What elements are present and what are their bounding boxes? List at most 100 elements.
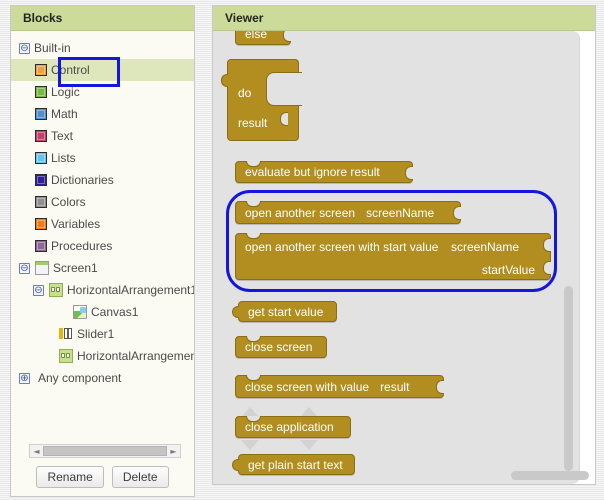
- category-label: Variables: [51, 217, 101, 231]
- category-color-swatch-colors: [35, 196, 47, 208]
- block-arg-label-screenname: screenName: [451, 240, 520, 254]
- collapse-toggle-icon[interactable]: ⊖: [19, 42, 30, 54]
- blocks-tree: ⊖ Built-in Control Logic Math Text Lists…: [11, 31, 194, 389]
- block-socket: [436, 380, 444, 394]
- do-result-block[interactable]: do result: [221, 59, 302, 141]
- block-arg-label-startvalue: startValue: [481, 263, 535, 277]
- tree-node-label: Built-in: [34, 41, 71, 55]
- category-dictionaries[interactable]: Dictionaries: [11, 169, 194, 191]
- category-color-swatch-variables: [35, 218, 47, 230]
- viewer-horizontal-scrollbar[interactable]: [511, 471, 589, 480]
- scroll-right-arrow-icon[interactable]: ►: [167, 445, 180, 457]
- block-label: close screen: [245, 340, 313, 354]
- blocks-panel: Blocks ⊖ Built-in Control Logic Math Tex…: [10, 5, 195, 497]
- block-socket: [280, 112, 288, 126]
- delete-button[interactable]: Delete: [111, 466, 169, 488]
- blocks-tree-container[interactable]: ⊖ Built-in Control Logic Math Text Lists…: [11, 31, 194, 496]
- block-label: evaluate but ignore result: [245, 165, 380, 179]
- block-left-plug: [221, 74, 228, 87]
- tree-node-label: Any component: [38, 371, 122, 385]
- block-c-slot: [266, 72, 302, 106]
- tree-node-built-in[interactable]: ⊖ Built-in: [11, 37, 194, 59]
- rename-button[interactable]: Rename: [36, 466, 104, 488]
- expand-toggle-icon[interactable]: ⊕: [19, 372, 30, 384]
- category-label: Dictionaries: [51, 173, 114, 187]
- tree-node-label: Slider1: [77, 327, 115, 341]
- block-label: get start value: [248, 304, 324, 319]
- blocks-tree-horizontal-scrollbar[interactable]: ◄ ►: [29, 444, 181, 458]
- category-label: Text: [51, 129, 74, 143]
- drop-indicator-down-icon-right: [300, 440, 318, 450]
- close-screen-with-value-block[interactable]: close screen with value result: [235, 375, 444, 398]
- tree-node-label: Screen1: [53, 261, 98, 275]
- scrollbar-thumb[interactable]: [43, 446, 167, 456]
- close-screen-block[interactable]: close screen: [235, 336, 327, 358]
- horizontal-arrangement-icon: [49, 283, 63, 297]
- block-label: else: [245, 31, 268, 41]
- tree-node-slider1[interactable]: Slider1: [11, 323, 194, 345]
- tree-node-horizontalarrangement2[interactable]: HorizontalArrangement2: [11, 345, 194, 367]
- block-label: get plain start text: [248, 457, 343, 472]
- block-label: close application: [245, 420, 334, 434]
- category-control[interactable]: Control: [11, 59, 194, 81]
- blocks-panel-title: Blocks: [11, 6, 194, 31]
- category-colors[interactable]: Colors: [11, 191, 194, 213]
- open-another-screen-block[interactable]: open another screen screenName: [235, 201, 461, 224]
- horizontal-arrangement-icon: [59, 349, 73, 363]
- tree-node-screen1[interactable]: ⊖ Screen1: [11, 257, 194, 279]
- drop-indicator-down-icon-left: [241, 440, 259, 450]
- category-lists[interactable]: Lists: [11, 147, 194, 169]
- block-arg-label: result: [380, 379, 410, 394]
- category-label: Procedures: [51, 239, 113, 253]
- close-application-block[interactable]: close application: [235, 416, 351, 438]
- tree-node-label: HorizontalArrangement2: [77, 349, 194, 363]
- category-math[interactable]: Math: [11, 103, 194, 125]
- block-arg-label: screenName: [366, 205, 435, 220]
- block-socket: [543, 238, 551, 252]
- open-another-screen-with-start-value-block[interactable]: open another screen with start value scr…: [235, 233, 551, 280]
- block-socket: [405, 166, 413, 180]
- flyout-vertical-scrollbar[interactable]: [564, 286, 573, 471]
- block-label-result: result: [238, 116, 268, 130]
- category-color-swatch-logic: [35, 86, 47, 98]
- collapse-toggle-icon[interactable]: ⊖: [33, 284, 44, 296]
- viewer-panel: Viewer else do result evaluate but ignor…: [212, 5, 596, 485]
- block-label-do: do: [238, 86, 252, 100]
- block-socket: [453, 206, 461, 220]
- category-logic[interactable]: Logic: [11, 81, 194, 103]
- viewer-canvas[interactable]: else do result evaluate but ignore resul…: [213, 31, 595, 484]
- category-color-swatch-lists: [35, 152, 47, 164]
- category-variables[interactable]: Variables: [11, 213, 194, 235]
- category-label: Lists: [51, 151, 76, 165]
- category-procedures[interactable]: Procedures: [11, 235, 194, 257]
- tree-node-horizontalarrangement1[interactable]: ⊖ HorizontalArrangement1: [11, 279, 194, 301]
- category-color-swatch-math: [35, 108, 47, 120]
- category-color-swatch-text: [35, 130, 47, 142]
- blocks-panel-buttons: Rename Delete: [11, 466, 194, 488]
- category-label: Control: [51, 63, 90, 77]
- else-block[interactable]: else: [235, 31, 291, 45]
- category-color-swatch-dictionaries: [35, 174, 47, 186]
- category-text[interactable]: Text: [11, 125, 194, 147]
- viewer-panel-title: Viewer: [213, 6, 595, 31]
- evaluate-but-ignore-result-block[interactable]: evaluate but ignore result: [235, 161, 413, 183]
- blocks-flyout[interactable]: else do result evaluate but ignore resul…: [213, 31, 580, 484]
- block-socket: [543, 261, 551, 275]
- block-label: open another screen: [245, 205, 356, 220]
- tree-node-label: Canvas1: [91, 305, 139, 319]
- category-color-swatch-control: [35, 64, 47, 76]
- category-label: Logic: [51, 85, 80, 99]
- get-plain-start-text-block[interactable]: get plain start text: [232, 454, 355, 475]
- category-label: Colors: [51, 195, 86, 209]
- collapse-toggle-icon[interactable]: ⊖: [19, 262, 30, 274]
- block-label: close screen with value: [245, 379, 370, 394]
- category-color-swatch-procedures: [35, 240, 47, 252]
- block-socket: [283, 31, 291, 42]
- tree-node-any-component[interactable]: ⊕ Any component: [11, 367, 194, 389]
- screen-icon: [35, 261, 49, 275]
- get-start-value-block[interactable]: get start value: [232, 301, 337, 322]
- canvas-icon: [73, 305, 87, 319]
- tree-node-canvas1[interactable]: Canvas1: [11, 301, 194, 323]
- block-label: open another screen with start value: [245, 240, 439, 254]
- scroll-left-arrow-icon[interactable]: ◄: [30, 445, 43, 457]
